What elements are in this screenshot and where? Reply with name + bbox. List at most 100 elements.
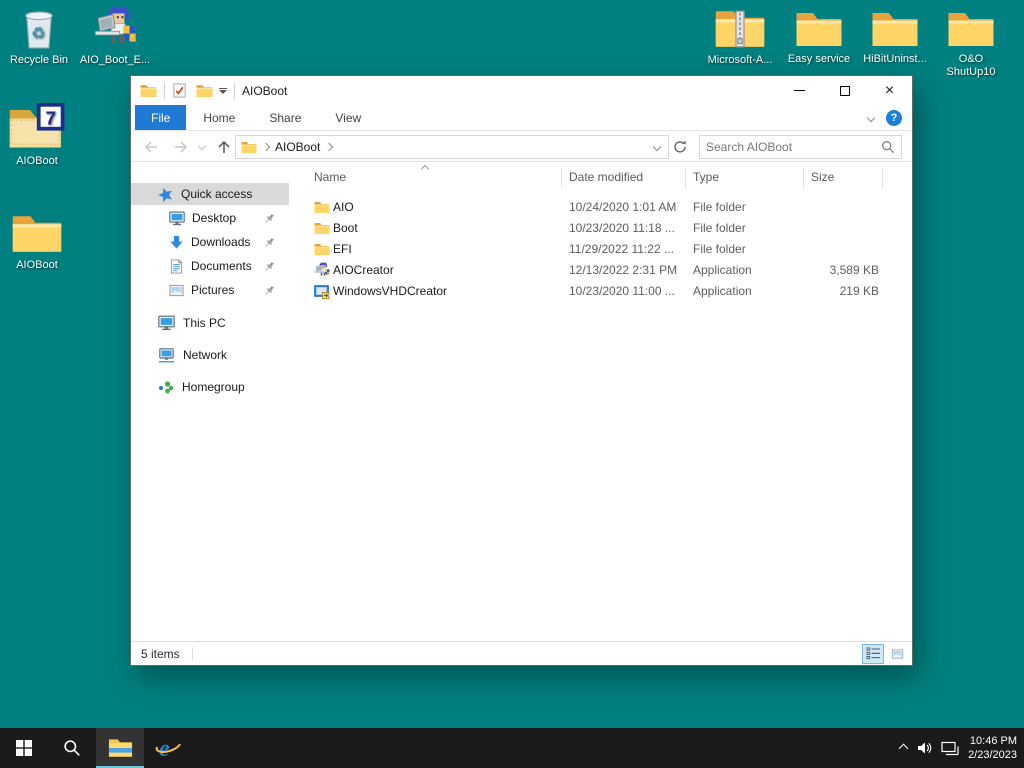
column-divider[interactable] [561, 168, 562, 188]
address-row: AIOBoot [131, 132, 912, 162]
file-row-windowsvhdcreator[interactable]: WindowsVHDCreator 10/23/2020 11:00 ... A… [289, 281, 889, 302]
clock-date: 2/23/2023 [968, 748, 1017, 762]
divider [234, 83, 235, 99]
pin-icon[interactable] [264, 261, 275, 272]
column-header-type[interactable]: Type [693, 170, 719, 184]
minimize-button[interactable] [777, 76, 822, 105]
zip-folder-icon [714, 8, 766, 50]
large-icons-view-button[interactable] [886, 644, 908, 664]
column-divider[interactable] [803, 168, 804, 188]
taskbar-file-explorer-button[interactable] [96, 728, 144, 768]
file-name: WindowsVHDCreator [333, 284, 447, 298]
taskbar-search-button[interactable] [48, 728, 96, 768]
up-icon[interactable] [216, 139, 232, 155]
back-icon[interactable] [143, 139, 159, 155]
divider [192, 647, 193, 661]
tab-share[interactable]: Share [252, 105, 318, 130]
network-tray-icon[interactable] [941, 741, 959, 756]
forward-icon[interactable] [173, 139, 189, 155]
sidebar-item-network[interactable]: Network [131, 344, 289, 366]
items-count: 5 items [141, 647, 180, 661]
taskbar-internet-explorer-button[interactable] [144, 728, 192, 768]
sidebar-item-quick-access[interactable]: Quick access [131, 183, 289, 205]
desktop-icon-label: Microsoft-A... [708, 54, 773, 67]
file-name: AIO [333, 200, 354, 214]
file-row-boot[interactable]: Boot 10/23/2020 11:18 ... File folder [289, 218, 889, 239]
desktop-icon-easy-service[interactable]: Easy service [779, 10, 859, 66]
expand-ribbon-chevron-icon[interactable] [867, 113, 875, 121]
desktop-icon-label: AIOBoot [16, 155, 58, 168]
documents-icon [169, 259, 184, 274]
address-bar[interactable]: AIOBoot [235, 135, 669, 159]
desktop-icon-label: O&OShutUp10 [947, 53, 996, 79]
7z-archive-folder-icon [8, 103, 66, 151]
desktop-icon-oo-shutup10[interactable]: O&OShutUp10 [931, 10, 1011, 79]
breadcrumb-chevron-icon[interactable] [325, 143, 333, 151]
maximize-button[interactable] [822, 76, 867, 105]
file-row-aiocreator[interactable]: AIOCreator 12/13/2022 2:31 PM Applicatio… [289, 260, 889, 281]
recent-locations-chevron-icon[interactable] [198, 142, 206, 150]
properties-qat-icon[interactable] [172, 83, 187, 98]
sidebar-item-pictures[interactable]: Pictures [131, 279, 289, 301]
desktop-icon-label: AIO_Boot_E... [80, 54, 150, 67]
folder-icon [871, 10, 919, 49]
address-dropdown-chevron-icon[interactable] [653, 143, 661, 151]
volume-icon[interactable] [916, 740, 932, 756]
sidebar-item-documents[interactable]: Documents [131, 255, 289, 277]
details-view-icon [866, 647, 881, 660]
tab-file[interactable]: File [135, 105, 186, 130]
title-bar: AIOBoot × [131, 76, 912, 105]
pin-icon[interactable] [264, 285, 275, 296]
column-header-size[interactable]: Size [811, 170, 834, 184]
breadcrumb-chevron-icon[interactable] [262, 143, 270, 151]
tab-view[interactable]: View [318, 105, 378, 130]
sidebar-item-desktop[interactable]: Desktop [131, 207, 289, 229]
taskbar-clock[interactable]: 10:46 PM 2/23/2023 [968, 734, 1017, 762]
column-divider[interactable] [685, 168, 686, 188]
desktop-icon-aioboot-archive[interactable]: AIOBoot [0, 103, 77, 168]
start-button[interactable] [0, 728, 48, 768]
desktop-icon-label: AIOBoot [16, 259, 58, 272]
file-row-aio[interactable]: AIO 10/24/2020 1:01 AM File folder [289, 197, 889, 218]
file-list-pane: Name Date modified Type Size AIO 10/24/2… [289, 162, 912, 641]
minimize-icon [794, 90, 805, 91]
close-button[interactable]: × [867, 76, 912, 105]
file-name: EFI [333, 242, 352, 256]
desktop-icon-recycle-bin[interactable]: Recycle Bin [0, 8, 79, 67]
column-header-date-modified[interactable]: Date modified [569, 170, 643, 184]
file-name: Boot [333, 221, 358, 235]
folder-icon [314, 243, 330, 256]
desktop-icon-label: Recycle Bin [10, 54, 68, 67]
details-view-button[interactable] [862, 644, 884, 664]
search-icon[interactable] [881, 140, 895, 154]
large-icons-view-icon [890, 648, 905, 660]
desktop-icon-hibit-uninstaller[interactable]: HiBitUninst... [855, 10, 935, 66]
column-header-name[interactable]: Name [314, 170, 346, 184]
tab-home[interactable]: Home [186, 105, 252, 130]
desktop-icon-microsoft-archive[interactable]: Microsoft-A... [700, 8, 780, 67]
sidebar-item-downloads[interactable]: Downloads [131, 231, 289, 253]
new-folder-qat-icon[interactable] [196, 84, 213, 98]
desktop-icon-aio-boot-exe[interactable]: AIO_Boot_E... [75, 5, 155, 67]
pin-icon[interactable] [264, 237, 275, 248]
search-input[interactable] [706, 140, 881, 154]
sidebar-item-this-pc[interactable]: This PC [131, 312, 289, 334]
quick-access-star-icon [158, 187, 173, 202]
file-type: File folder [693, 221, 746, 235]
desktop-icon-aioboot-folder[interactable]: AIOBoot [0, 213, 77, 272]
refresh-icon[interactable] [672, 139, 688, 155]
customize-qat-dropdown-icon[interactable] [219, 88, 227, 94]
file-row-efi[interactable]: EFI 11/29/2022 11:22 ... File folder [289, 239, 889, 260]
breadcrumb-segment[interactable]: AIOBoot [275, 140, 320, 154]
help-icon[interactable]: ? [886, 110, 902, 126]
aio-character-icon [92, 5, 138, 50]
search-icon [63, 739, 81, 757]
windows-logo-icon [16, 740, 32, 756]
column-divider[interactable] [882, 168, 883, 188]
pin-icon[interactable] [264, 213, 275, 224]
file-type: File folder [693, 242, 746, 256]
file-size: 219 KB [803, 284, 879, 298]
tray-expand-chevron-icon[interactable] [899, 743, 909, 753]
clock-time: 10:46 PM [968, 734, 1017, 748]
sidebar-item-homegroup[interactable]: Homegroup [131, 376, 289, 398]
